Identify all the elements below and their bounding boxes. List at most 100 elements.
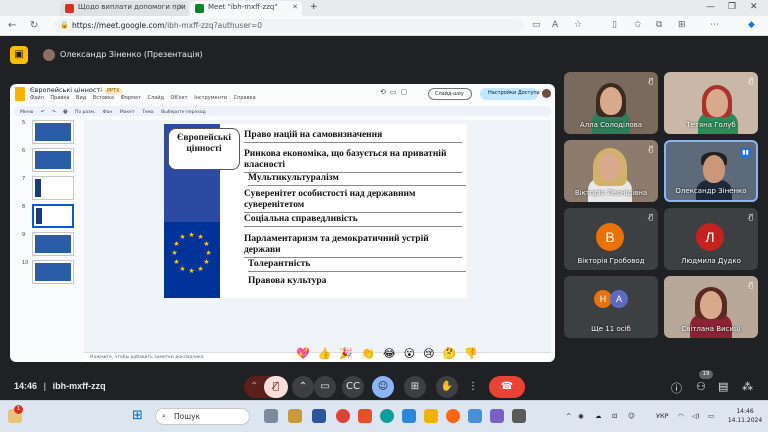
menu-item[interactable]: Файл — [30, 95, 44, 101]
app-tray-icon[interactable]: ☺ — [628, 412, 635, 420]
slide-thumbnail[interactable] — [32, 120, 74, 144]
start-icon[interactable]: ⊞ — [132, 409, 146, 423]
close-window-icon[interactable]: ✕ — [750, 2, 758, 12]
word-icon[interactable] — [312, 409, 326, 423]
reactions-icon[interactable]: ☺ — [372, 376, 394, 398]
collections-icon[interactable]: ⧉ — [656, 20, 662, 30]
app-icon[interactable] — [512, 409, 526, 423]
camera-icon[interactable]: ▭ — [532, 20, 541, 30]
reaction-thumbs-up[interactable]: 👍 — [318, 347, 332, 360]
info-icon[interactable]: ⓘ — [671, 380, 682, 396]
zoom-select[interactable]: По разм. — [75, 110, 95, 115]
more-audio-options-icon[interactable]: ⌃ — [292, 376, 314, 398]
chevron-up-icon[interactable]: ⌃ — [250, 376, 258, 398]
slideshow-button[interactable]: Слайд-шоу — [428, 88, 472, 100]
app-tray-icon[interactable]: ◉ — [578, 412, 584, 420]
tab-meet[interactable]: Meet "ibh-mxff-zzq" ✕ — [190, 1, 302, 16]
reaction-laugh[interactable]: 😂 — [383, 347, 396, 360]
chat-icon[interactable]: ▤ — [718, 380, 728, 393]
copilot-icon[interactable]: ◆ — [748, 20, 755, 30]
menu-icon[interactable]: ⋯ — [710, 20, 719, 30]
toolbar-item[interactable]: Выберите переход — [161, 110, 206, 115]
reaction-thinking[interactable]: 🤔 — [443, 347, 457, 360]
leave-call-button[interactable]: ☎ — [489, 376, 525, 398]
participant-tile-speaking[interactable]: ▮▮ Олександр Зіненко — [664, 140, 758, 202]
telegram-icon[interactable] — [402, 409, 416, 423]
camera-off-icon[interactable]: ▭ — [314, 376, 336, 398]
tray-chevron-icon[interactable]: ^ — [566, 412, 571, 420]
url-input[interactable]: 🔒 https://meet.google.com/ibh-mxff-zzq?a… — [54, 19, 524, 33]
slide-thumbnail-selected[interactable] — [32, 204, 74, 228]
app-tray-icon[interactable]: ⊡ — [612, 412, 617, 420]
undo-icon[interactable]: ↶ — [41, 110, 45, 115]
participant-tile[interactable]: 🎙̸ Світлана Висиці — [664, 276, 758, 338]
more-options-icon[interactable]: ⋮ — [466, 376, 480, 398]
menu-item[interactable]: Вид — [76, 95, 86, 101]
mic-toggle-button[interactable]: ⌃ 🎙̸ — [244, 376, 288, 398]
reaction-thumbs-down[interactable]: 👎 — [464, 347, 478, 360]
reaction-clap[interactable]: 👏 — [361, 347, 375, 360]
favorite-icon[interactable]: ☆ — [574, 20, 582, 30]
reload-icon[interactable]: ↻ — [30, 20, 38, 31]
share-button[interactable]: Настройки Доступа — [480, 88, 540, 100]
read-aloud-icon[interactable]: A — [552, 20, 558, 30]
back-icon[interactable]: ← — [8, 20, 16, 31]
reaction-heart[interactable]: 💖 — [296, 347, 310, 360]
new-tab-icon[interactable]: + — [310, 2, 318, 12]
battery-icon[interactable]: ▭ — [708, 412, 714, 420]
viber-icon[interactable] — [490, 409, 504, 423]
captions-icon[interactable]: CC — [342, 376, 364, 398]
slide-thumbnail[interactable] — [32, 148, 74, 172]
firefox-icon[interactable] — [446, 409, 460, 423]
tab-pdf[interactable]: Щодо виплати допомоги при п ✕ — [60, 1, 188, 16]
close-icon[interactable]: ✕ — [292, 3, 298, 11]
print-icon[interactable]: 🖶 — [63, 110, 67, 115]
menu-item[interactable]: Інструменти — [194, 95, 227, 101]
mic-off-icon[interactable]: 🎙̸ — [264, 376, 288, 398]
menu-item[interactable]: Слайд — [147, 95, 163, 101]
participant-tile[interactable]: В 🎙̸ Вікторія Гробовод — [564, 208, 658, 270]
edge-icon[interactable] — [380, 409, 394, 423]
app-tray-icon[interactable]: ☁ — [595, 412, 602, 420]
system-clock[interactable]: 14:46 14.11.2024 — [725, 407, 765, 425]
more-participants-tile[interactable]: Н А Ще 11 осіб — [564, 276, 658, 338]
redo-icon[interactable]: ↷ — [52, 110, 56, 115]
slide-thumbnail[interactable] — [32, 232, 74, 256]
slide-thumbnail[interactable] — [32, 260, 74, 284]
toolbar-item[interactable]: Меню — [20, 110, 33, 115]
menu-item[interactable]: Правка — [50, 95, 69, 101]
participant-tile[interactable]: 🎙̸ Вікторія Леонідівна — [564, 140, 658, 202]
activities-icon[interactable]: ⁂ — [742, 380, 753, 393]
task-view-icon[interactable] — [264, 409, 278, 423]
app-icon[interactable] — [288, 409, 302, 423]
people-icon[interactable]: ⚇ — [696, 380, 706, 393]
split-icon[interactable]: ▯ — [612, 20, 617, 30]
menu-item[interactable]: Справка — [234, 95, 256, 101]
maximize-icon[interactable]: ❐ — [728, 2, 736, 12]
app-icon[interactable] — [358, 409, 372, 423]
app-icon[interactable] — [468, 409, 482, 423]
menu-item[interactable]: Формат — [121, 95, 141, 101]
close-icon[interactable]: ✕ — [178, 3, 184, 11]
raise-hand-icon[interactable]: ✋ — [436, 376, 458, 398]
participant-tile[interactable]: 🎙̸ Тетяна Голуб — [664, 72, 758, 134]
extensions-icon[interactable]: ⊞ — [678, 20, 686, 30]
toolbar-item[interactable]: Макет — [120, 110, 135, 115]
minimize-icon[interactable]: — — [706, 2, 715, 12]
present-screen-icon[interactable]: ⊞ — [404, 376, 426, 398]
taskbar-search[interactable]: ⌕ Пошук — [155, 408, 250, 425]
menu-item[interactable]: Вставка — [93, 95, 114, 101]
language-indicator[interactable]: УКР — [656, 412, 669, 420]
chrome-icon[interactable] — [336, 409, 350, 423]
volume-icon[interactable]: ◁) — [692, 412, 700, 420]
toolbar-item[interactable]: Фон — [103, 110, 113, 115]
slide-thumbnail[interactable] — [32, 176, 74, 200]
reaction-sad[interactable]: 😢 — [423, 347, 434, 360]
toolbar-item[interactable]: Тема — [142, 110, 154, 115]
participant-tile[interactable]: Л 🎙̸ Людмила Дудко — [664, 208, 758, 270]
file-explorer-icon[interactable] — [424, 409, 438, 423]
participant-tile[interactable]: 🎙̸ Алла Солоділова — [564, 72, 658, 134]
wifi-icon[interactable]: ◠ — [678, 412, 684, 420]
reaction-surprised[interactable]: 😮 — [404, 347, 415, 360]
favorites-icon[interactable]: ✩ — [634, 20, 642, 30]
